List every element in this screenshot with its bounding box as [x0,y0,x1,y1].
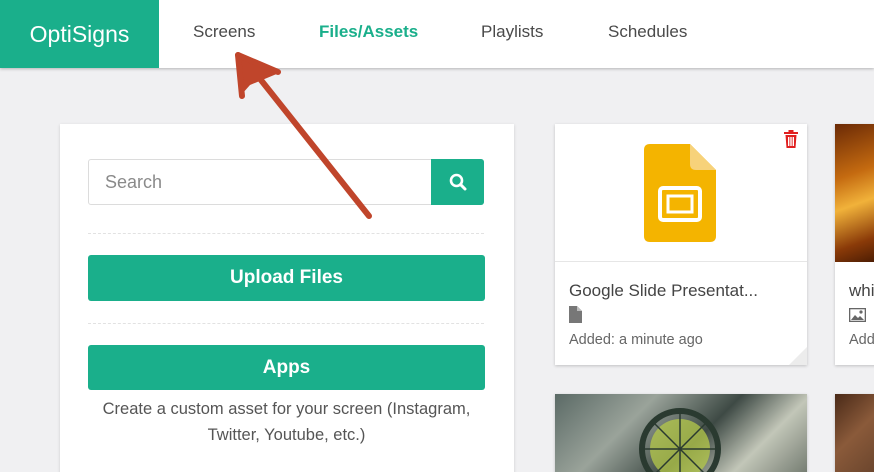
red-arrow-pointing-to-screens [235,52,372,219]
